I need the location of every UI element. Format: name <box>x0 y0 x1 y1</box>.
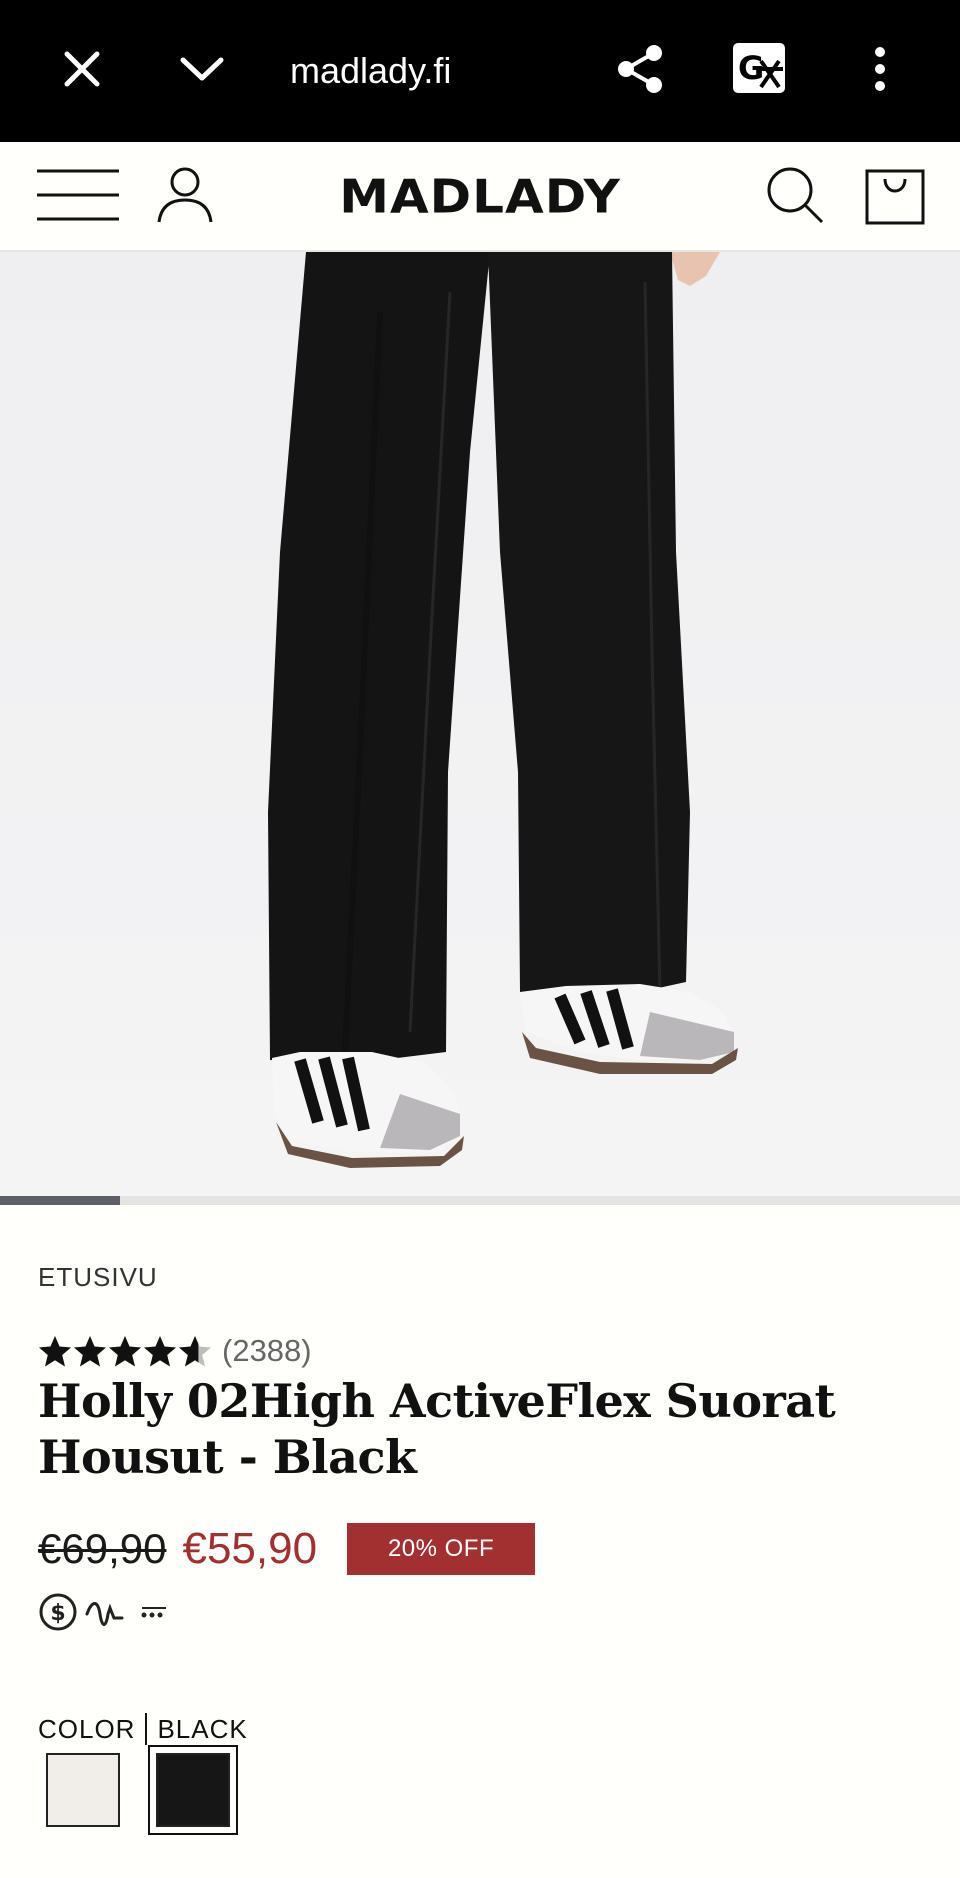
site-header: MADLADY <box>0 142 960 252</box>
close-tab-button[interactable] <box>40 0 124 142</box>
more-vertical-icon <box>872 46 888 97</box>
search-icon <box>765 165 825 230</box>
more-options-button[interactable] <box>840 0 920 142</box>
close-icon <box>62 49 102 94</box>
color-swatch-off-white[interactable] <box>38 1745 128 1835</box>
product-photo[interactable] <box>0 252 960 1196</box>
trousers-photo-illustration <box>0 252 960 1196</box>
star-icon <box>109 1336 141 1367</box>
color-label: COLOR BLACK <box>38 1713 248 1745</box>
shopping-bag-icon <box>865 165 925 230</box>
translate-icon: G <box>731 41 789 102</box>
dots-icon <box>132 1602 172 1627</box>
chevron-down-icon <box>179 54 225 89</box>
svg-text:$: $ <box>50 1601 65 1626</box>
squiggle-icon <box>84 1592 126 1637</box>
discount-badge: 20% OFF <box>347 1523 536 1575</box>
cart-button[interactable] <box>860 142 930 252</box>
label-separator <box>145 1713 148 1745</box>
selected-color-name: BLACK <box>157 1714 248 1744</box>
star-icon <box>179 1336 211 1367</box>
star-icon <box>74 1336 106 1367</box>
star-rating <box>38 1334 212 1368</box>
star-icon <box>39 1336 71 1367</box>
share-button[interactable] <box>600 0 680 142</box>
rating-count: (2388) <box>222 1333 312 1368</box>
original-price: €69,90 <box>38 1525 167 1572</box>
price-row: €69,90 €55,90 20% OFF <box>38 1521 536 1577</box>
account-icon <box>155 166 215 229</box>
expand-button[interactable] <box>160 0 244 142</box>
breadcrumb[interactable]: ETUSIVU <box>38 1262 158 1293</box>
browser-toolbar: madlady.fi G <box>0 0 960 142</box>
product-title: Holly 02High ActiveFlex Suorat Housut - … <box>38 1374 836 1484</box>
carousel-progress-thumb <box>0 1196 120 1205</box>
translate-button[interactable]: G <box>720 0 800 142</box>
color-label-text: COLOR <box>38 1714 136 1744</box>
sale-price: €55,90 <box>182 1524 318 1573</box>
menu-button[interactable] <box>30 142 126 252</box>
search-button[interactable] <box>760 142 830 252</box>
dollar-circle-icon: $ <box>38 1592 78 1637</box>
share-icon <box>614 43 666 100</box>
site-logo[interactable]: MADLADY <box>300 142 660 252</box>
swatch-fill <box>46 1753 120 1827</box>
hamburger-menu-icon <box>35 167 121 228</box>
url-text[interactable]: madlady.fi <box>290 0 590 142</box>
payment-options[interactable]: $ <box>38 1589 172 1639</box>
logo-text: MADLADY <box>339 170 621 224</box>
color-swatch-black[interactable] <box>148 1745 238 1835</box>
color-swatches <box>38 1745 238 1835</box>
star-icon <box>144 1336 176 1367</box>
rating-row[interactable]: (2388) <box>38 1329 312 1373</box>
account-button[interactable] <box>150 142 220 252</box>
swatch-fill <box>156 1753 230 1827</box>
carousel-progress[interactable] <box>0 1196 960 1205</box>
